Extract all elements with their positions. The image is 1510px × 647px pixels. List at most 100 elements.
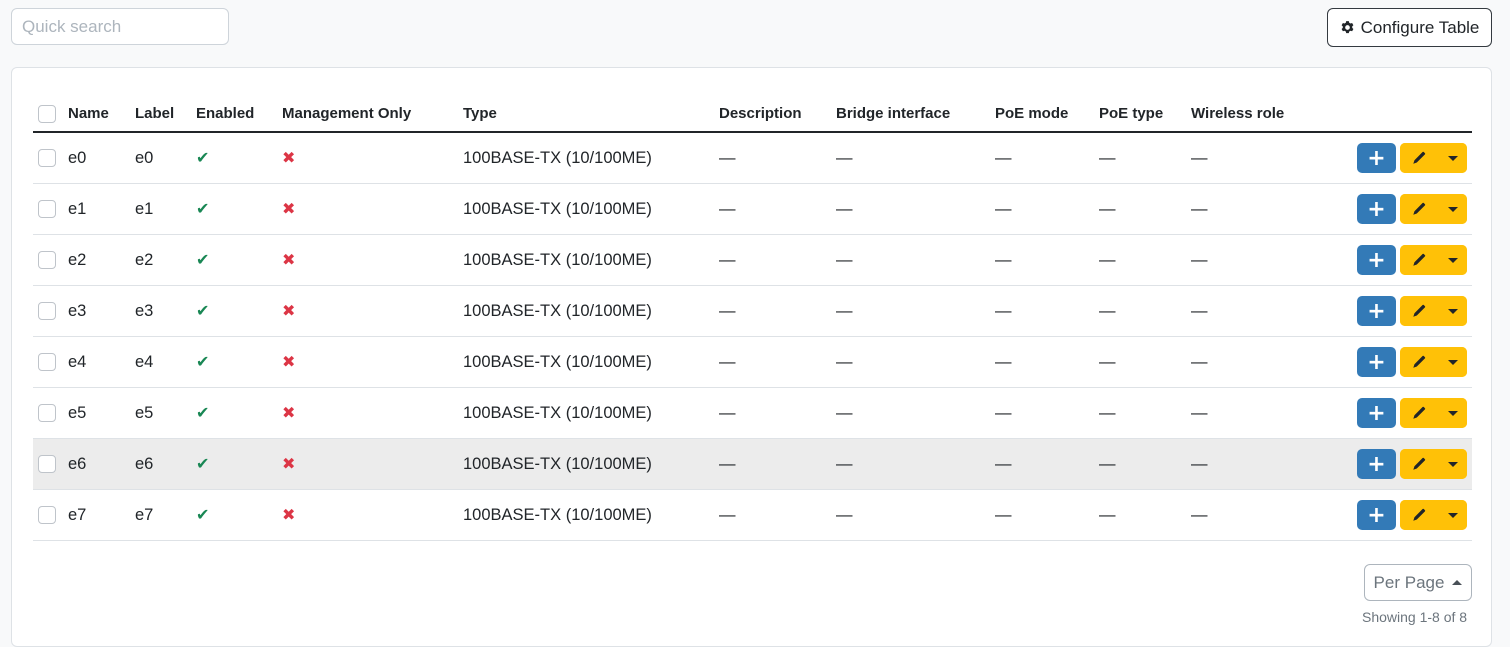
per-page-dropdown[interactable]: Per Page xyxy=(1364,564,1472,601)
plus-icon: + xyxy=(1367,247,1386,273)
edit-button[interactable] xyxy=(1400,449,1438,479)
interface-name-link[interactable]: e1 xyxy=(68,183,135,235)
add-child-button[interactable]: + xyxy=(1357,143,1396,173)
interface-label: e3 xyxy=(135,285,196,337)
chevron-down-icon xyxy=(1447,308,1458,314)
interface-name-link[interactable]: e7 xyxy=(68,489,135,541)
edit-button[interactable] xyxy=(1400,347,1438,377)
add-child-button[interactable]: + xyxy=(1357,500,1396,530)
interface-name-link[interactable]: e6 xyxy=(68,438,135,490)
interface-poe-type: — xyxy=(1099,285,1191,337)
interface-description: — xyxy=(719,183,836,235)
table-row: e7 e7 ✔ ✖ 100BASE-TX (10/100ME) — — — — … xyxy=(33,489,1472,541)
interface-name-link[interactable]: e2 xyxy=(68,234,135,286)
table-row: e1 e1 ✔ ✖ 100BASE-TX (10/100ME) — — — — … xyxy=(33,183,1472,235)
interface-name-link[interactable]: e3 xyxy=(68,285,135,337)
column-header-poe-type[interactable]: PoE type xyxy=(1099,96,1191,133)
interface-bridge: — xyxy=(836,387,995,439)
edit-button[interactable] xyxy=(1400,245,1438,275)
pencil-icon xyxy=(1413,508,1426,521)
column-header-enabled[interactable]: Enabled xyxy=(196,96,282,133)
interface-wireless-role: — xyxy=(1191,438,1321,490)
interfaces-table: Name Label Enabled Management Only Type … xyxy=(33,96,1472,541)
chevron-down-icon xyxy=(1447,410,1458,416)
configure-table-button[interactable]: Configure Table xyxy=(1327,8,1492,47)
enabled-check-icon: ✔ xyxy=(196,456,210,473)
row-actions: + xyxy=(1321,387,1472,439)
edit-dropdown-toggle[interactable] xyxy=(1438,500,1467,530)
interface-type: 100BASE-TX (10/100ME) xyxy=(463,183,719,235)
row-select-checkbox[interactable] xyxy=(38,455,56,474)
interface-name-link[interactable]: e5 xyxy=(68,387,135,439)
interface-poe-mode: — xyxy=(995,285,1099,337)
column-header-management-only[interactable]: Management Only xyxy=(282,96,463,133)
gear-icon xyxy=(1341,21,1354,34)
add-child-button[interactable]: + xyxy=(1357,296,1396,326)
mgmt-only-cross-icon: ✖ xyxy=(282,507,296,524)
add-child-button[interactable]: + xyxy=(1357,347,1396,377)
edit-dropdown-toggle[interactable] xyxy=(1438,245,1467,275)
row-select-checkbox[interactable] xyxy=(38,506,56,525)
add-child-button[interactable]: + xyxy=(1357,398,1396,428)
edit-button[interactable] xyxy=(1400,398,1438,428)
edit-button[interactable] xyxy=(1400,143,1438,173)
row-select-checkbox[interactable] xyxy=(38,353,56,372)
row-select-checkbox[interactable] xyxy=(38,149,56,168)
row-actions: + xyxy=(1321,183,1472,235)
interface-bridge: — xyxy=(836,183,995,235)
chevron-down-icon xyxy=(1447,257,1458,263)
row-select-checkbox[interactable] xyxy=(38,251,56,270)
row-actions: + xyxy=(1321,489,1472,541)
edit-dropdown-toggle[interactable] xyxy=(1438,194,1467,224)
interface-wireless-role: — xyxy=(1191,132,1321,184)
column-header-description[interactable]: Description xyxy=(719,96,836,133)
add-child-button[interactable]: + xyxy=(1357,449,1396,479)
select-all-checkbox[interactable] xyxy=(38,104,56,123)
column-header-wireless-role[interactable]: Wireless role xyxy=(1191,96,1321,133)
search-input[interactable] xyxy=(11,8,229,45)
interface-poe-type: — xyxy=(1099,438,1191,490)
edit-dropdown-toggle[interactable] xyxy=(1438,143,1467,173)
pencil-icon xyxy=(1413,253,1426,266)
edit-dropdown-toggle[interactable] xyxy=(1438,398,1467,428)
edit-dropdown-toggle[interactable] xyxy=(1438,347,1467,377)
enabled-check-icon: ✔ xyxy=(196,252,210,269)
row-select-checkbox[interactable] xyxy=(38,200,56,219)
add-child-button[interactable]: + xyxy=(1357,245,1396,275)
interface-wireless-role: — xyxy=(1191,489,1321,541)
edit-dropdown-toggle[interactable] xyxy=(1438,296,1467,326)
table-row: e3 e3 ✔ ✖ 100BASE-TX (10/100ME) — — — — … xyxy=(33,285,1472,337)
interface-wireless-role: — xyxy=(1191,336,1321,388)
column-header-type[interactable]: Type xyxy=(463,96,719,133)
column-header-name[interactable]: Name xyxy=(68,96,135,133)
interface-poe-mode: — xyxy=(995,438,1099,490)
edit-dropdown-toggle[interactable] xyxy=(1438,449,1467,479)
enabled-check-icon: ✔ xyxy=(196,354,210,371)
interface-type: 100BASE-TX (10/100ME) xyxy=(463,438,719,490)
caret-up-icon xyxy=(1452,580,1463,585)
edit-button[interactable] xyxy=(1400,500,1438,530)
column-header-label[interactable]: Label xyxy=(135,96,196,133)
add-child-button[interactable]: + xyxy=(1357,194,1396,224)
interface-name-link[interactable]: e4 xyxy=(68,336,135,388)
column-header-poe-mode[interactable]: PoE mode xyxy=(995,96,1099,133)
plus-icon: + xyxy=(1367,298,1386,324)
row-select-checkbox[interactable] xyxy=(38,404,56,423)
interface-label: e2 xyxy=(135,234,196,286)
row-select-checkbox[interactable] xyxy=(38,302,56,321)
edit-button-group xyxy=(1400,500,1467,530)
column-header-bridge-interface[interactable]: Bridge interface xyxy=(836,96,995,133)
edit-button-group xyxy=(1400,245,1467,275)
interface-poe-mode: — xyxy=(995,234,1099,286)
edit-button[interactable] xyxy=(1400,194,1438,224)
plus-icon: + xyxy=(1367,502,1386,528)
interface-poe-mode: — xyxy=(995,183,1099,235)
interface-description: — xyxy=(719,234,836,286)
interfaces-table-card: Name Label Enabled Management Only Type … xyxy=(11,67,1492,647)
edit-button[interactable] xyxy=(1400,296,1438,326)
enabled-check-icon: ✔ xyxy=(196,405,210,422)
mgmt-only-cross-icon: ✖ xyxy=(282,150,296,167)
table-row: e0 e0 ✔ ✖ 100BASE-TX (10/100ME) — — — — … xyxy=(33,132,1472,184)
mgmt-only-cross-icon: ✖ xyxy=(282,354,296,371)
interface-name-link[interactable]: e0 xyxy=(68,132,135,184)
